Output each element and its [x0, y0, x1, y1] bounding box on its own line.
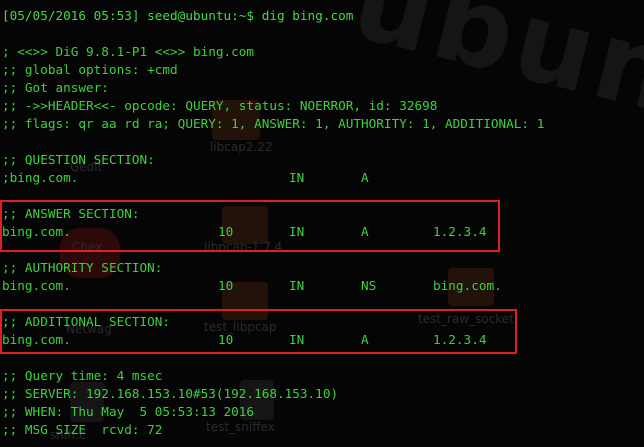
authority-record: bing.com. 10 IN NS bing.com.: [2, 277, 602, 295]
question-section-title: ;; QUESTION SECTION:: [2, 152, 155, 167]
server-line: ;; SERVER: 192.168.153.10#53(192.168.153…: [2, 386, 339, 401]
record-class: IN: [289, 170, 305, 185]
msg-size-line: ;; MSG SIZE rcvd: 72: [2, 422, 163, 437]
global-options-line: ;; global options: +cmd: [2, 62, 178, 77]
authority-section-title: ;; AUTHORITY SECTION:: [2, 260, 163, 275]
when-line: ;; WHEN: Thu May 5 05:53:13 2016: [2, 404, 255, 419]
got-answer-line: ;; Got answer:: [2, 80, 109, 95]
additional-section-highlight: [0, 309, 517, 354]
flags-line: ;; flags: qr aa rd ra; QUERY: 1, ANSWER:…: [2, 116, 545, 131]
record-name: ;bing.com.: [2, 170, 79, 185]
record-data: bing.com.: [433, 278, 502, 293]
record-ttl: 10: [218, 278, 234, 293]
terminal-window[interactable]: ubuntu libcap2.22 Gedit Chex libpcap-1.7…: [0, 0, 644, 447]
ubuntu-logo-watermark: ubuntu: [341, 0, 644, 173]
desktop-label: libcap2.22: [210, 140, 273, 154]
answer-section-highlight: [0, 200, 500, 252]
dig-version-line: ; <<>> DiG 9.8.1-P1 <<>> bing.com: [2, 44, 255, 59]
query-time-line: ;; Query time: 4 msec: [2, 368, 163, 383]
record-type: NS: [361, 278, 377, 293]
question-record: ;bing.com. IN A: [2, 169, 602, 187]
header-line: ;; ->>HEADER<<- opcode: QUERY, status: N…: [2, 98, 438, 113]
command-prompt: [05/05/2016 05:53] seed@ubuntu:~$ dig bi…: [2, 8, 354, 23]
desktop-label: test_sniffex: [206, 420, 275, 434]
record-type: A: [361, 170, 369, 185]
record-class: IN: [289, 278, 305, 293]
record-name: bing.com.: [2, 278, 71, 293]
